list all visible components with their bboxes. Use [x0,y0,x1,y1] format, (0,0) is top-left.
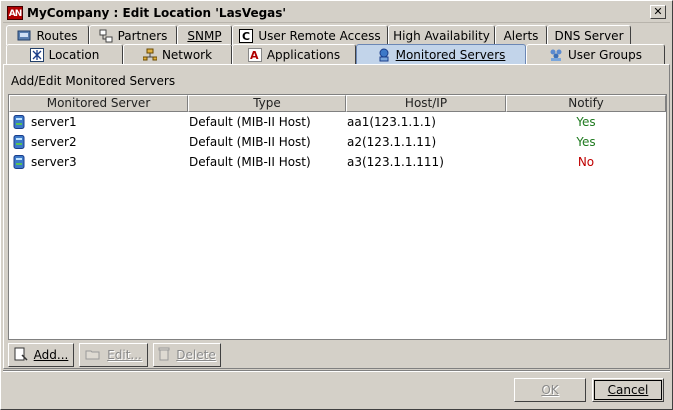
edit-location-dialog: AN MyCompany : Edit Location 'LasVegas' … [0,0,673,410]
tab-user-remote-access[interactable]: C User Remote Access [232,25,388,45]
tab-label: DNS Server [554,28,624,43]
tab-label: Network [161,47,213,62]
server-notify: No [577,155,595,169]
monitored-servers-table: Monitored Server Type Host/IP Notify ser… [8,94,667,340]
tab-snmp[interactable]: SNMP [177,25,232,45]
tab-label: Routes [36,28,78,43]
network-icon [142,48,158,62]
column-header-type[interactable]: Type [188,95,346,112]
footer-divider [3,370,670,372]
edit-button[interactable]: Edit... [79,343,148,367]
server-notify: Yes [576,115,596,129]
svg-text:A: A [250,49,259,62]
column-header-notify[interactable]: Notify [506,95,666,112]
edit-label: Edit... [107,348,142,362]
monitored-servers-icon [377,48,391,62]
tab-dns-server[interactable]: DNS Server [547,25,631,45]
tab-routes[interactable]: Routes [6,25,89,45]
tab-label: High Availability [393,28,490,43]
tab-label: SNMP [187,28,222,43]
partners-icon [99,29,113,43]
tab-monitored-servers[interactable]: Monitored Servers [356,44,526,64]
tab-applications[interactable]: A Applications [232,44,356,64]
tab-label: User Groups [568,47,642,62]
tab-alerts[interactable]: Alerts [495,25,547,45]
add-label: Add... [33,348,69,362]
server-type: Default (MIB-II Host) [189,115,311,129]
ok-label: OK [541,383,559,397]
table-header: Monitored Server Type Host/IP Notify [9,95,666,112]
applications-icon: A [247,47,262,62]
server-type: Default (MIB-II Host) [189,155,311,169]
cancel-label: Cancel [607,383,649,397]
tab-label: User Remote Access [258,28,381,43]
tab-label: Alerts [503,28,539,43]
edit-icon [85,347,101,364]
tab-partners[interactable]: Partners [89,25,177,45]
trash-icon [158,347,170,364]
tab-label: Applications [266,47,341,62]
tab-location[interactable]: Location [6,44,123,64]
server-name: server1 [31,115,77,129]
table-row[interactable]: server1 Default (MIB-II Host) aa1(123.1.… [9,112,666,132]
tab-high-availability[interactable]: High Availability [388,25,495,45]
add-icon [14,347,28,364]
tab-label: Monitored Servers [395,47,506,62]
tab-network[interactable]: Network [123,44,232,64]
server-notify: Yes [576,135,596,149]
svg-text:C: C [242,30,250,43]
tab-user-groups[interactable]: User Groups [526,44,665,64]
delete-label: Delete [176,348,216,362]
app-logo-icon: AN [7,6,23,20]
table-row[interactable]: server3 Default (MIB-II Host) a3(123.1.1… [9,152,666,172]
server-host: aa1(123.1.1.1) [347,115,436,129]
table-row[interactable]: server2 Default (MIB-II Host) a2(123.1.1… [9,132,666,152]
server-icon [12,155,26,169]
add-button[interactable]: Add... [8,343,74,367]
server-host: a2(123.1.1.11) [347,135,437,149]
column-header-host-ip[interactable]: Host/IP [346,95,506,112]
section-label: Add/Edit Monitored Servers [11,74,176,88]
window-title: MyCompany : Edit Location 'LasVegas' [27,6,287,20]
cancel-button[interactable]: Cancel [592,378,664,402]
server-name: server3 [31,155,77,169]
column-header-monitored-server[interactable]: Monitored Server [9,95,188,112]
c-icon: C [239,28,254,43]
server-host: a3(123.1.1.111) [347,155,444,169]
delete-button[interactable]: Delete [153,343,221,367]
server-type: Default (MIB-II Host) [189,135,311,149]
server-name: server2 [31,135,77,149]
title-bar: AN MyCompany : Edit Location 'LasVegas' … [3,3,670,23]
ok-button[interactable]: OK [514,378,586,402]
close-button[interactable]: ✕ [650,5,666,19]
user-groups-icon [549,48,563,62]
location-icon [29,47,44,62]
server-icon [12,135,26,149]
tab-label: Partners [117,28,168,43]
server-icon [12,115,26,129]
tab-label: Location [48,47,100,62]
routes-icon [17,29,31,43]
